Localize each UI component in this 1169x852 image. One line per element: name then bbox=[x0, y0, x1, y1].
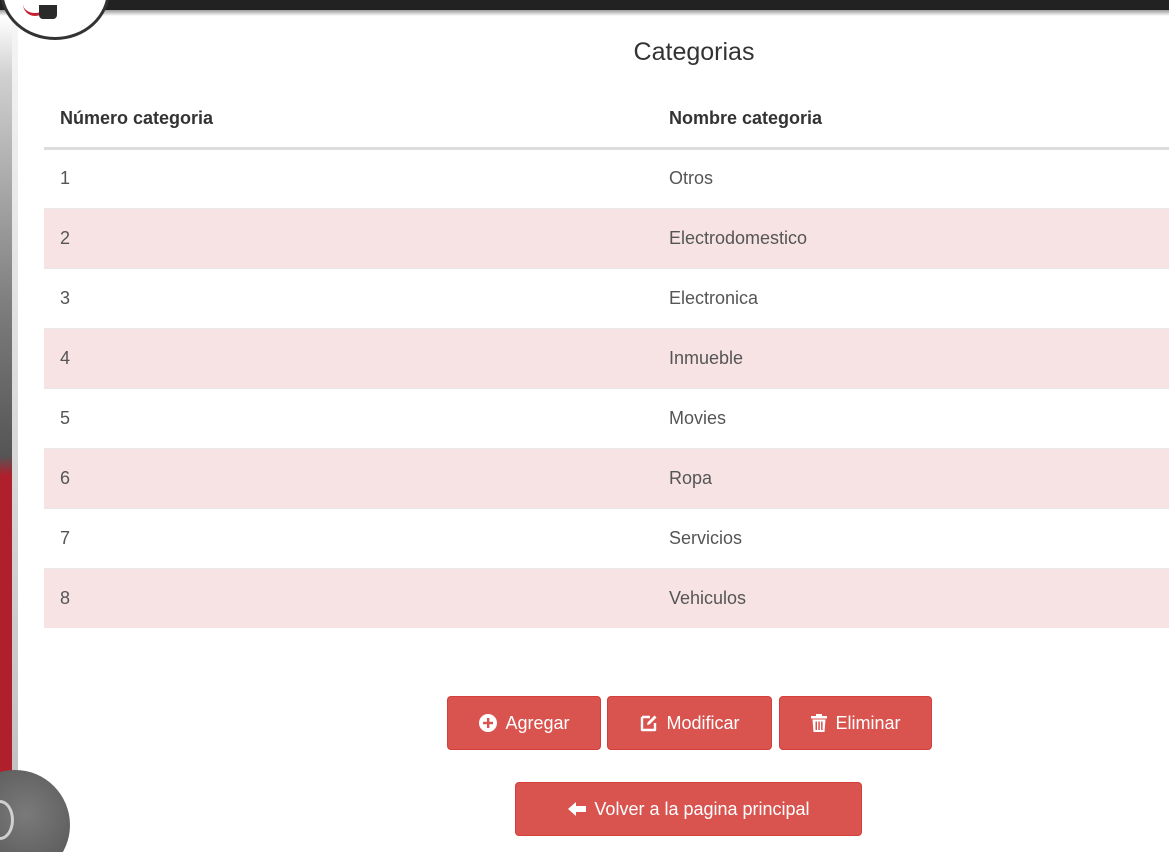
add-button[interactable]: Agregar bbox=[447, 696, 601, 750]
back-button-label: Volver a la pagina principal bbox=[594, 798, 810, 819]
plus-circle-icon bbox=[478, 713, 498, 733]
page-title: Categorias bbox=[633, 38, 755, 66]
cell-number: 5 bbox=[44, 387, 653, 448]
cell-number: 8 bbox=[44, 567, 653, 628]
table-row[interactable]: 7 Servicios bbox=[44, 507, 1169, 568]
edit-icon bbox=[639, 713, 659, 733]
arrow-left-icon bbox=[567, 800, 587, 818]
cell-number: 7 bbox=[44, 507, 653, 568]
page: Categorias Número categoria Nombre categ… bbox=[0, 0, 1169, 852]
back-to-main-button[interactable]: Volver a la pagina principal bbox=[515, 782, 862, 836]
cell-number: 6 bbox=[44, 447, 653, 508]
delete-button-label: Eliminar bbox=[835, 712, 901, 733]
left-side-strip-inner bbox=[12, 16, 18, 852]
cell-name: Vehiculos bbox=[653, 567, 1169, 628]
column-header-name: Nombre categoria bbox=[653, 90, 1169, 150]
table-row[interactable]: 3 Electronica bbox=[44, 267, 1169, 328]
cell-name: Movies bbox=[653, 387, 1169, 448]
edit-button-label: Modificar bbox=[666, 712, 740, 733]
cell-name: Ropa bbox=[653, 447, 1169, 508]
table-row[interactable]: 6 Ropa bbox=[44, 447, 1169, 508]
trash-icon bbox=[810, 713, 828, 733]
cell-name: Inmueble bbox=[653, 327, 1169, 388]
delete-button[interactable]: Eliminar bbox=[779, 696, 932, 750]
cell-number: 1 bbox=[44, 147, 653, 208]
edit-button[interactable]: Modificar bbox=[607, 696, 772, 750]
table-row[interactable]: 1 Otros bbox=[44, 147, 1169, 208]
table-header-row: Número categoria Nombre categoria bbox=[44, 90, 1169, 150]
cell-number: 2 bbox=[44, 207, 653, 268]
cell-name: Otros bbox=[653, 147, 1169, 208]
cell-name: Electronica bbox=[653, 267, 1169, 328]
column-header-number: Número categoria bbox=[44, 90, 653, 150]
table-row[interactable]: 2 Electrodomestico bbox=[44, 207, 1169, 268]
table-row[interactable]: 5 Movies bbox=[44, 387, 1169, 448]
cell-name: Servicios bbox=[653, 507, 1169, 568]
table-row[interactable]: 8 Vehiculos bbox=[44, 567, 1169, 628]
top-bar bbox=[0, 0, 1169, 10]
add-button-label: Agregar bbox=[505, 712, 570, 733]
cell-number: 4 bbox=[44, 327, 653, 388]
table-row[interactable]: 4 Inmueble bbox=[44, 327, 1169, 388]
categories-table: Número categoria Nombre categoria 1 Otro… bbox=[44, 90, 1169, 628]
cell-name: Electrodomestico bbox=[653, 207, 1169, 268]
logo-mark-icon bbox=[39, 5, 57, 19]
left-side-strip bbox=[0, 16, 12, 852]
cell-number: 3 bbox=[44, 267, 653, 328]
top-bar-shadow bbox=[0, 10, 1169, 16]
